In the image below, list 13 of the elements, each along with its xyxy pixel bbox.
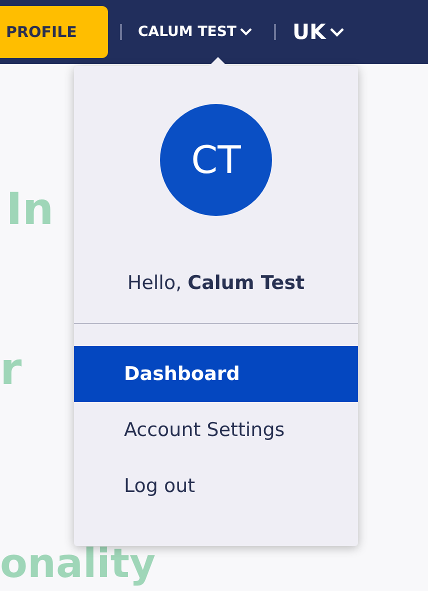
menu-item[interactable]: Log out <box>74 458 358 514</box>
region-button[interactable]: UK <box>292 20 344 44</box>
menu-item[interactable]: Account Settings <box>74 402 358 458</box>
user-menu-button[interactable]: CALUM TEST <box>138 24 252 40</box>
profile-button[interactable]: PROFILE <box>0 6 108 58</box>
heading-text: In <box>6 184 54 236</box>
greeting-text: Hello, Calum Test <box>127 272 305 294</box>
chevron-down-icon <box>240 28 252 36</box>
heading-text: onality <box>0 542 156 586</box>
avatar: CT <box>160 104 272 216</box>
chevron-down-icon <box>330 28 344 36</box>
menu-item[interactable]: Dashboard <box>74 346 358 402</box>
heading-text: r <box>0 344 22 396</box>
